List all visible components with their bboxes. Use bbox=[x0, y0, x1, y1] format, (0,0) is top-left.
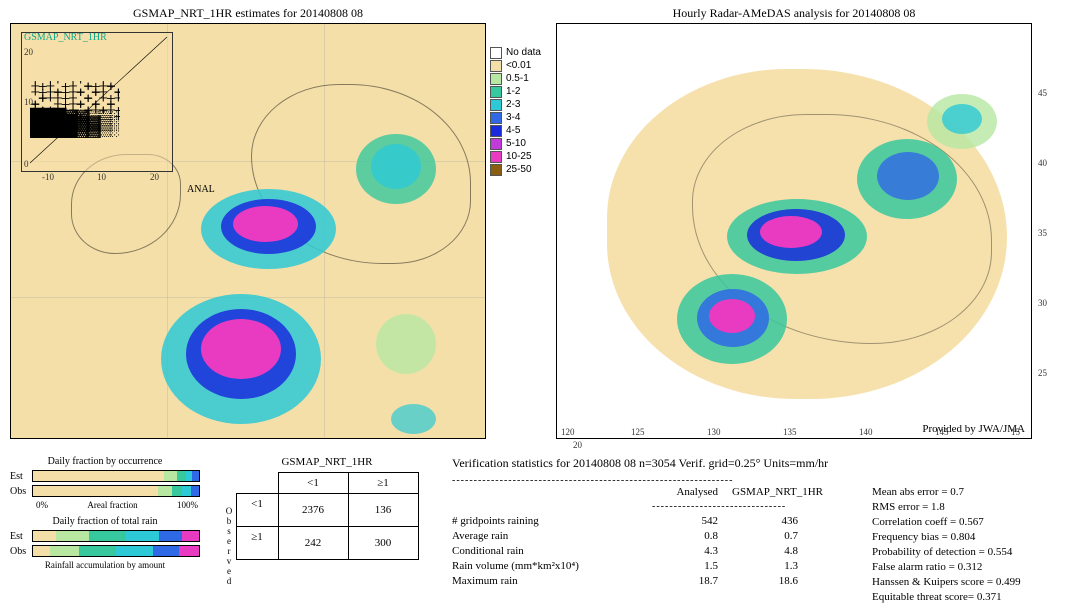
legend-entry: 4-5 bbox=[490, 124, 541, 137]
right-map-title: Hourly Radar-AMeDAS analysis for 2014080… bbox=[673, 6, 916, 21]
stat-col-header: GSMAP_NRT_1HR bbox=[732, 486, 812, 498]
legend-swatch bbox=[490, 99, 502, 111]
legend-entry: 1-2 bbox=[490, 85, 541, 98]
legend-label: No data bbox=[506, 47, 541, 58]
legend-label: 5-10 bbox=[506, 138, 526, 149]
stat-label: Average rain bbox=[452, 530, 652, 542]
legend-label: 3-4 bbox=[506, 112, 520, 123]
bar-obs-occ bbox=[32, 485, 200, 497]
verification-stats: Verification statistics for 20140808 08 … bbox=[440, 456, 1070, 606]
legend-swatch bbox=[490, 73, 502, 85]
stat-gsmap: 436 bbox=[732, 515, 812, 527]
legend-label: 1-2 bbox=[506, 86, 520, 97]
metric-line: Frequency bias = 0.804 bbox=[872, 531, 1070, 543]
right-map: 45 40 35 30 25 120 125 130 135 140 145 1… bbox=[556, 23, 1032, 439]
stat-gsmap: 18.6 bbox=[732, 575, 812, 587]
metric-line: Probability of detection = 0.554 bbox=[872, 546, 1070, 558]
metric-line: Hanssen & Kuipers score = 0.499 bbox=[872, 576, 1070, 588]
stat-col-header: Analysed bbox=[652, 486, 732, 498]
contingency-table: Observed GSMAP_NRT_1HR <1≥1 <1 2376 136 … bbox=[222, 456, 418, 606]
fraction-bars: Daily fraction by occurrence Est Obs 0%A… bbox=[10, 456, 200, 606]
observed-axis: Observed bbox=[222, 456, 236, 606]
acc-title: Rainfall accumulation by amount bbox=[10, 560, 200, 570]
legend-swatch bbox=[490, 138, 502, 150]
left-map: GSMAP_NRT_1HR ⁺₊⁺⁺₊⁺⁺₊₊⁺₊⁺₊⁺₊₊⁺₊⁺₊⁺⁺₊⁺⁺₊… bbox=[10, 23, 486, 439]
legend-swatch bbox=[490, 60, 502, 72]
legend-swatch bbox=[490, 151, 502, 163]
cell-br: 300 bbox=[348, 526, 419, 560]
anal-label: ANAL bbox=[187, 184, 215, 195]
stat-analysed: 0.8 bbox=[652, 530, 732, 542]
stat-col-header bbox=[452, 486, 652, 498]
left-map-title: GSMAP_NRT_1HR estimates for 20140808 08 bbox=[133, 6, 363, 21]
cell-tl: 2376 bbox=[278, 493, 349, 527]
metric-line: Mean abs error = 0.7 bbox=[872, 486, 1070, 498]
ctable-title: GSMAP_NRT_1HR bbox=[236, 456, 418, 468]
stat-analysed: 4.3 bbox=[652, 545, 732, 557]
legend-entry: <0.01 bbox=[490, 59, 541, 72]
bar-est-rain bbox=[32, 530, 200, 542]
metric-line: RMS error = 1.8 bbox=[872, 501, 1070, 513]
legend-swatch bbox=[490, 47, 502, 59]
legend-swatch bbox=[490, 164, 502, 176]
stat-label: Rain volume (mm*km²x10⁴) bbox=[452, 560, 652, 572]
legend-label: 10-25 bbox=[506, 151, 532, 162]
stat-analysed: 1.5 bbox=[652, 560, 732, 572]
colorbar-legend: No data <0.01 0.5-1 1-2 2-3 3-4 4-5 5-10 10-25 25… bbox=[490, 46, 541, 176]
stat-gsmap: 0.7 bbox=[732, 530, 812, 542]
legend-entry: 2-3 bbox=[490, 98, 541, 111]
metric-line: False alarm ratio = 0.312 bbox=[872, 561, 1070, 573]
stat-label: # gridpoints raining bbox=[452, 515, 652, 527]
cell-bl: 242 bbox=[278, 526, 349, 560]
metric-line: Equitable threat score= 0.371 bbox=[872, 591, 1070, 603]
stat-label: Maximum rain bbox=[452, 575, 652, 587]
provider-credit: Provided by JWA/JMA bbox=[922, 423, 1025, 435]
legend-entry: 25-50 bbox=[490, 163, 541, 176]
legend-swatch bbox=[490, 112, 502, 124]
legend-label: 2-3 bbox=[506, 99, 520, 110]
bar-est-occ bbox=[32, 470, 200, 482]
legend-label: 0.5-1 bbox=[506, 73, 529, 84]
gsmap-estimate-panel: GSMAP_NRT_1HR estimates for 20140808 08 bbox=[10, 6, 486, 448]
scatter-inset: GSMAP_NRT_1HR ⁺₊⁺⁺₊⁺⁺₊₊⁺₊⁺₊⁺₊₊⁺₊⁺₊⁺⁺₊⁺⁺₊… bbox=[21, 32, 173, 172]
stats-title: Verification statistics for 20140808 08 … bbox=[452, 456, 1070, 471]
legend-entry: No data bbox=[490, 46, 541, 59]
legend-entry: 3-4 bbox=[490, 111, 541, 124]
legend-label: <0.01 bbox=[506, 60, 531, 71]
legend-entry: 5-10 bbox=[490, 137, 541, 150]
radar-amedas-panel: Hourly Radar-AMeDAS analysis for 2014080… bbox=[556, 6, 1032, 448]
legend-label: 4-5 bbox=[506, 125, 520, 136]
legend-swatch bbox=[490, 125, 502, 137]
legend-entry: 10-25 bbox=[490, 150, 541, 163]
stat-gsmap: 1.3 bbox=[732, 560, 812, 572]
stat-label: Conditional rain bbox=[452, 545, 652, 557]
metric-line: Correlation coeff = 0.567 bbox=[872, 516, 1070, 528]
stat-gsmap: 4.8 bbox=[732, 545, 812, 557]
scatter-dots: ⁺₊⁺⁺₊⁺⁺₊₊⁺₊⁺₊⁺₊₊⁺₊⁺₊⁺⁺₊⁺⁺₊⁺⁺₊⁺⁺₊⁺⁺₊⁺₊⁺ ₊… bbox=[30, 81, 120, 161]
bar-obs-rain bbox=[32, 545, 200, 557]
cell-tr: 136 bbox=[348, 493, 419, 527]
stat-analysed: 18.7 bbox=[652, 575, 732, 587]
inset-title: GSMAP_NRT_1HR bbox=[24, 32, 107, 43]
legend-label: 25-50 bbox=[506, 164, 532, 175]
total-rain-title: Daily fraction of total rain bbox=[10, 516, 200, 527]
stat-analysed: 542 bbox=[652, 515, 732, 527]
legend-entry: 0.5-1 bbox=[490, 72, 541, 85]
occurrence-title: Daily fraction by occurrence bbox=[10, 456, 200, 467]
legend-swatch bbox=[490, 86, 502, 98]
